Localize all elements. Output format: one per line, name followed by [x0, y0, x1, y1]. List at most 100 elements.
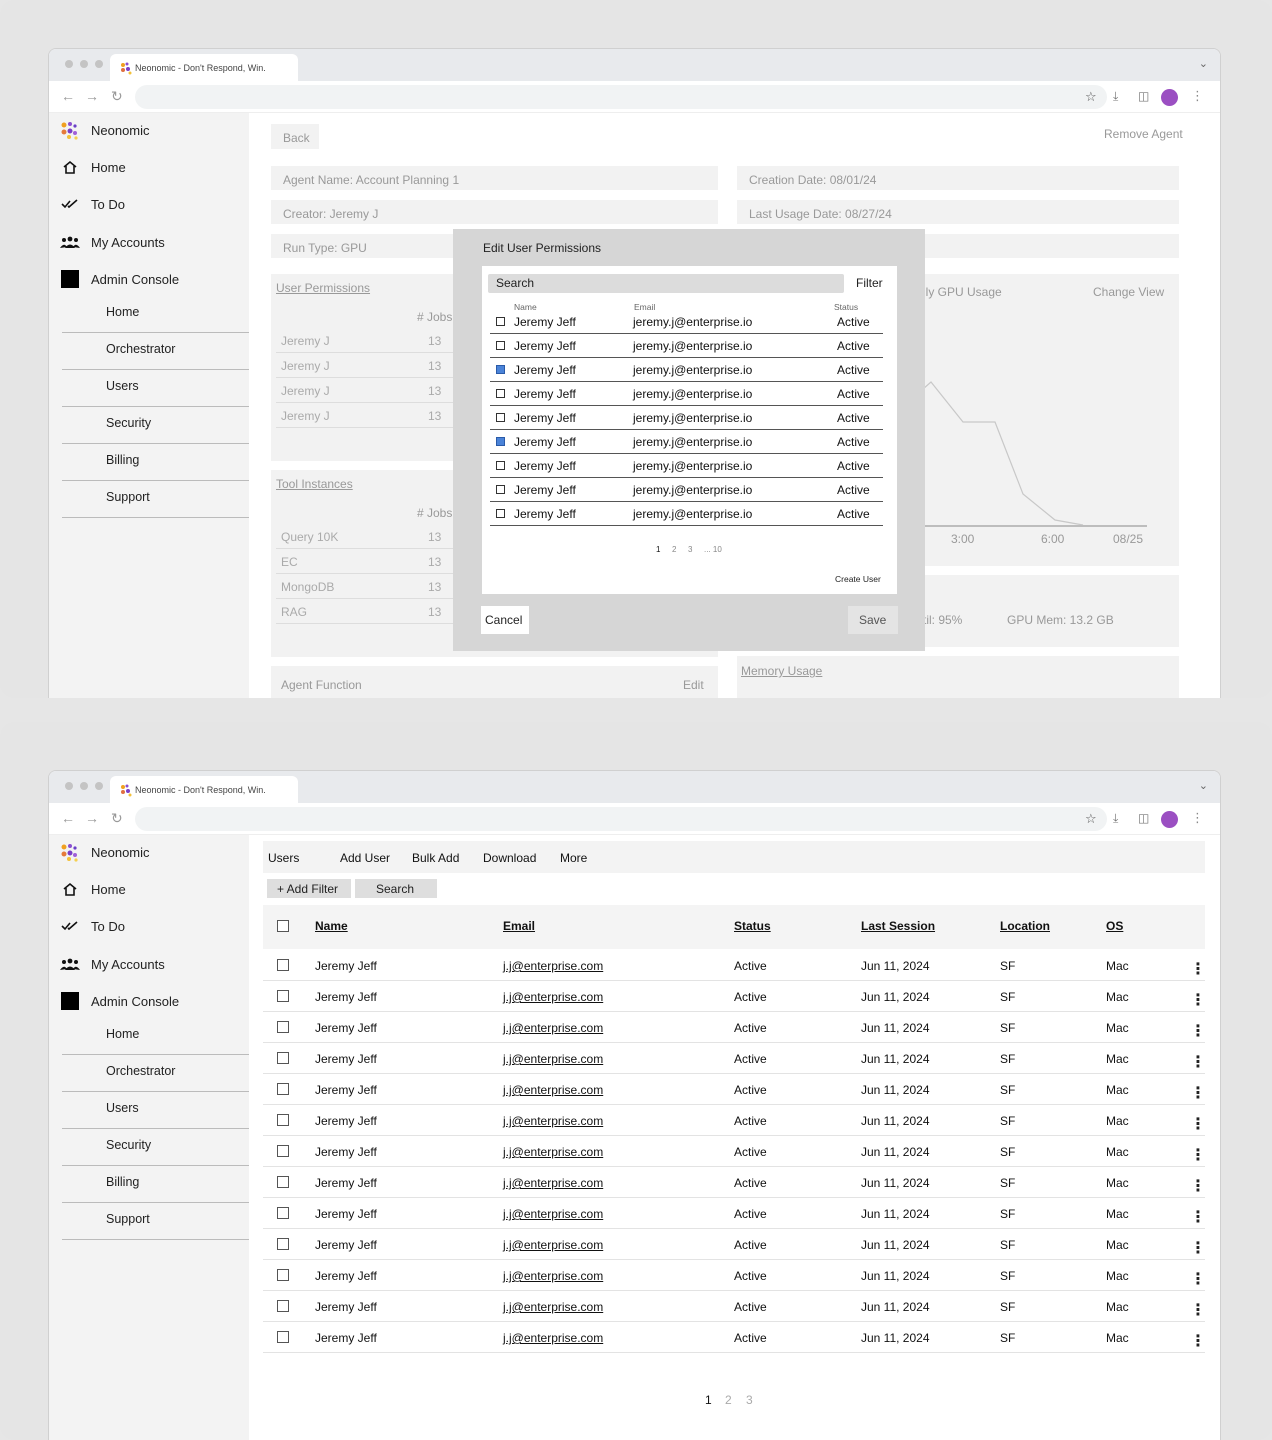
reload-icon[interactable]: ↻ — [111, 88, 123, 105]
column-header-os[interactable]: OS — [1106, 919, 1123, 933]
back-arrow-icon[interactable]: ← — [61, 88, 75, 104]
list-item[interactable]: Jeremy Jeff jeremy.j@enterprise.io Active — [490, 310, 883, 334]
user-permissions-link[interactable]: User Permissions — [276, 281, 370, 295]
page-1[interactable]: 1 — [705, 1393, 712, 1407]
forward-arrow-icon[interactable]: → — [85, 88, 99, 104]
row-checkbox[interactable] — [277, 1052, 289, 1064]
edit-button[interactable]: Edit — [683, 678, 704, 692]
row-email-link[interactable]: j.j@enterprise.com — [503, 1300, 603, 1314]
sidebar-item-home[interactable]: Home — [49, 874, 126, 904]
row-menu-icon[interactable]: ⋮ — [1190, 1145, 1206, 1165]
tool-instances-link[interactable]: Tool Instances — [276, 477, 353, 491]
add-filter-button[interactable]: + Add Filter — [267, 879, 351, 898]
forward-arrow-icon[interactable]: → — [85, 810, 99, 826]
row-email-link[interactable]: j.j@enterprise.com — [503, 1269, 603, 1283]
sidebar-subitem-security[interactable]: Security — [62, 407, 249, 444]
table-row[interactable]: Jeremy Jeff j.j@enterprise.com Active Jun 1… — [263, 1012, 1206, 1043]
window-control[interactable] — [95, 60, 103, 68]
table-row[interactable]: Jeremy Jeff j.j@enterprise.com Active Jun 1… — [263, 950, 1206, 981]
row-checkbox[interactable] — [277, 1331, 289, 1343]
row-checkbox[interactable] — [496, 485, 505, 494]
page-2[interactable]: 2 — [725, 1393, 732, 1407]
window-control[interactable] — [80, 60, 88, 68]
search-button[interactable]: Search — [355, 879, 437, 898]
table-row[interactable]: Jeremy Jeff j.j@enterprise.com Active Jun 1… — [263, 1198, 1206, 1229]
avatar[interactable] — [1161, 811, 1178, 828]
row-checkbox[interactable] — [277, 1083, 289, 1095]
back-button[interactable]: Back — [271, 124, 319, 149]
row-checkbox[interactable] — [277, 1300, 289, 1312]
remove-agent-button[interactable]: Remove Agent — [1104, 127, 1183, 141]
row-checkbox[interactable] — [277, 1145, 289, 1157]
list-item[interactable]: Jeremy Jeff jeremy.j@enterprise.io Active — [490, 406, 883, 430]
sidebar-subitem-security[interactable]: Security — [62, 1129, 249, 1166]
page-3[interactable]: 3 — [746, 1393, 753, 1407]
row-checkbox[interactable] — [496, 413, 505, 422]
column-header-status[interactable]: Status — [734, 919, 771, 933]
sidebar-subitem-home[interactable]: Home — [62, 296, 249, 333]
tab-users[interactable]: Users — [268, 851, 299, 865]
list-item[interactable]: Jeremy Jeff jeremy.j@enterprise.io Active — [490, 334, 883, 358]
window-control[interactable] — [95, 782, 103, 790]
sidebar-item-my-accounts[interactable]: My Accounts — [49, 227, 165, 257]
row-menu-icon[interactable]: ⋮ — [1190, 990, 1206, 1010]
row-email-link[interactable]: j.j@enterprise.com — [503, 1114, 603, 1128]
row-checkbox[interactable] — [496, 317, 505, 326]
row-email-link[interactable]: j.j@enterprise.com — [503, 990, 603, 1004]
bulk-add-button[interactable]: Bulk Add — [412, 851, 459, 865]
browser-menu-icon[interactable]: ⋮ — [1191, 88, 1204, 104]
sidebar-subitem-users[interactable]: Users — [62, 1092, 249, 1129]
row-checkbox[interactable] — [277, 1114, 289, 1126]
modal-page-1[interactable]: 1 — [656, 545, 660, 554]
sidebar-subitem-support[interactable]: Support — [62, 1203, 249, 1240]
table-row[interactable]: Jeremy Jeff j.j@enterprise.com Active Jun 1… — [263, 1260, 1206, 1291]
list-item[interactable]: Jeremy Jeff jeremy.j@enterprise.io Active — [490, 430, 883, 454]
sidebar-subitem-support[interactable]: Support — [62, 481, 249, 518]
brand[interactable]: Neonomic — [49, 837, 150, 867]
brand[interactable]: Neonomic — [49, 115, 150, 145]
browser-menu-icon[interactable]: ⋮ — [1191, 810, 1204, 826]
row-email-link[interactable]: j.j@enterprise.com — [503, 1083, 603, 1097]
window-control[interactable] — [65, 60, 73, 68]
row-email-link[interactable]: j.j@enterprise.com — [503, 959, 603, 973]
sidebar-subitem-orchestrator[interactable]: Orchestrator — [62, 1055, 249, 1092]
row-menu-icon[interactable]: ⋮ — [1190, 1207, 1206, 1227]
list-item[interactable]: Jeremy Jeff jeremy.j@enterprise.io Active — [490, 454, 883, 478]
create-user-button[interactable]: Create User — [835, 574, 881, 584]
cancel-button[interactable]: Cancel — [481, 606, 529, 634]
download-icon[interactable]: ⤓ — [1113, 89, 1118, 104]
row-checkbox[interactable] — [496, 509, 505, 518]
sidebar-subitem-billing[interactable]: Billing — [62, 444, 249, 481]
sidebar-subitem-billing[interactable]: Billing — [62, 1166, 249, 1203]
row-email-link[interactable]: j.j@enterprise.com — [503, 1145, 603, 1159]
sidebar-item-home[interactable]: Home — [49, 152, 126, 182]
table-row[interactable]: Jeremy Jeff j.j@enterprise.com Active Jun 1… — [263, 1167, 1206, 1198]
table-row[interactable]: Jeremy Jeff j.j@enterprise.com Active Jun 1… — [263, 1043, 1206, 1074]
row-menu-icon[interactable]: ⋮ — [1190, 1176, 1206, 1196]
list-item[interactable]: Jeremy Jeff jeremy.j@enterprise.io Active — [490, 382, 883, 406]
window-control[interactable] — [80, 782, 88, 790]
row-menu-icon[interactable]: ⋮ — [1190, 1300, 1206, 1320]
row-email-link[interactable]: j.j@enterprise.com — [503, 1052, 603, 1066]
more-button[interactable]: More — [560, 851, 587, 865]
sidebar-item-admin-console[interactable]: Admin Console — [49, 264, 179, 294]
table-row[interactable]: Jeremy Jeff j.j@enterprise.com Active Jun 1… — [263, 1322, 1206, 1353]
row-menu-icon[interactable]: ⋮ — [1190, 1052, 1206, 1072]
side-panel-icon[interactable]: ◫ — [1138, 89, 1149, 103]
list-item[interactable]: Jeremy Jeff jeremy.j@enterprise.io Active — [490, 478, 883, 502]
column-header-location[interactable]: Location — [1000, 919, 1050, 933]
sidebar-subitem-home[interactable]: Home — [62, 1018, 249, 1055]
download-button[interactable]: Download — [483, 851, 536, 865]
browser-tab[interactable]: Neonomic - Don't Respond, Win. — [110, 54, 298, 81]
side-panel-icon[interactable]: ◫ — [1138, 811, 1149, 825]
sidebar-subitem-orchestrator[interactable]: Orchestrator — [62, 333, 249, 370]
star-icon[interactable]: ☆ — [1085, 89, 1097, 105]
modal-filter-button[interactable]: Filter — [856, 276, 883, 290]
sidebar-subitem-users[interactable]: Users — [62, 370, 249, 407]
row-email-link[interactable]: j.j@enterprise.com — [503, 1021, 603, 1035]
row-email-link[interactable]: j.j@enterprise.com — [503, 1207, 603, 1221]
back-arrow-icon[interactable]: ← — [61, 810, 75, 826]
table-row[interactable]: Jeremy Jeff j.j@enterprise.com Active Jun 1… — [263, 1074, 1206, 1105]
chevron-down-icon[interactable]: ⌄ — [1199, 57, 1208, 70]
save-button[interactable]: Save — [848, 606, 898, 634]
